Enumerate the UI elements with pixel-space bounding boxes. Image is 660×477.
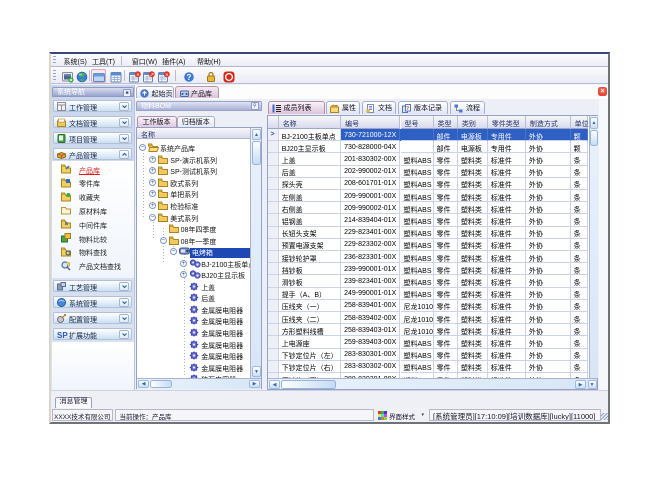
svg-text:?: ? [406, 106, 409, 112]
svg-text:a: a [65, 221, 68, 227]
svg-text:×: × [165, 72, 168, 78]
svg-text:↗: ↗ [149, 72, 154, 78]
svg-text:?: ? [187, 73, 192, 82]
svg-text:×: × [136, 72, 139, 78]
svg-text:SP: SP [57, 331, 68, 339]
